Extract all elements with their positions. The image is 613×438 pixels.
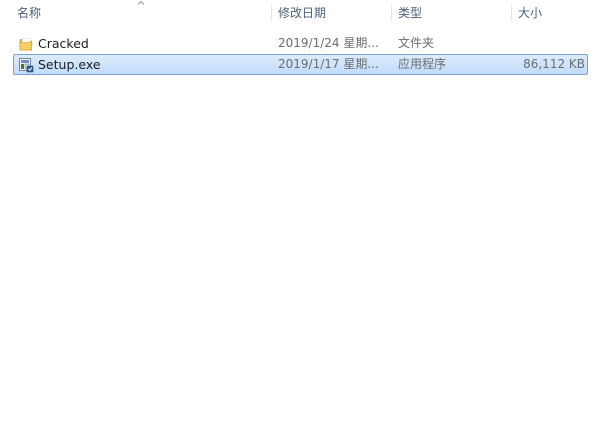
column-header-bar: 名称 修改日期 类型 大小 [0, 0, 613, 26]
file-row-cracked[interactable]: Cracked 2019/1/24 星期... 文件夹 [13, 33, 588, 54]
file-list-view: 名称 修改日期 类型 大小 Cracked 2019/1/24 星期... 文件… [0, 0, 613, 438]
folder-icon [19, 38, 33, 51]
column-header-type[interactable]: 类型 [392, 0, 511, 26]
column-header-size[interactable]: 大小 [512, 0, 613, 26]
column-header-date[interactable]: 修改日期 [272, 0, 391, 26]
file-date: 2019/1/24 星期... [278, 36, 379, 50]
file-size: 86,112 KB [523, 57, 585, 71]
file-type: 应用程序 [398, 57, 447, 71]
file-name: Cracked [38, 36, 89, 51]
sort-ascending-icon [137, 0, 145, 5]
file-name: Setup.exe [38, 57, 101, 72]
file-row-setup-exe[interactable]: Setup.exe 2019/1/17 星期... 应用程序 86,112 KB [13, 54, 588, 75]
file-date: 2019/1/17 星期... [278, 57, 379, 71]
installer-icon [19, 58, 34, 73]
file-size [510, 34, 585, 53]
file-type: 文件夹 [398, 36, 435, 50]
